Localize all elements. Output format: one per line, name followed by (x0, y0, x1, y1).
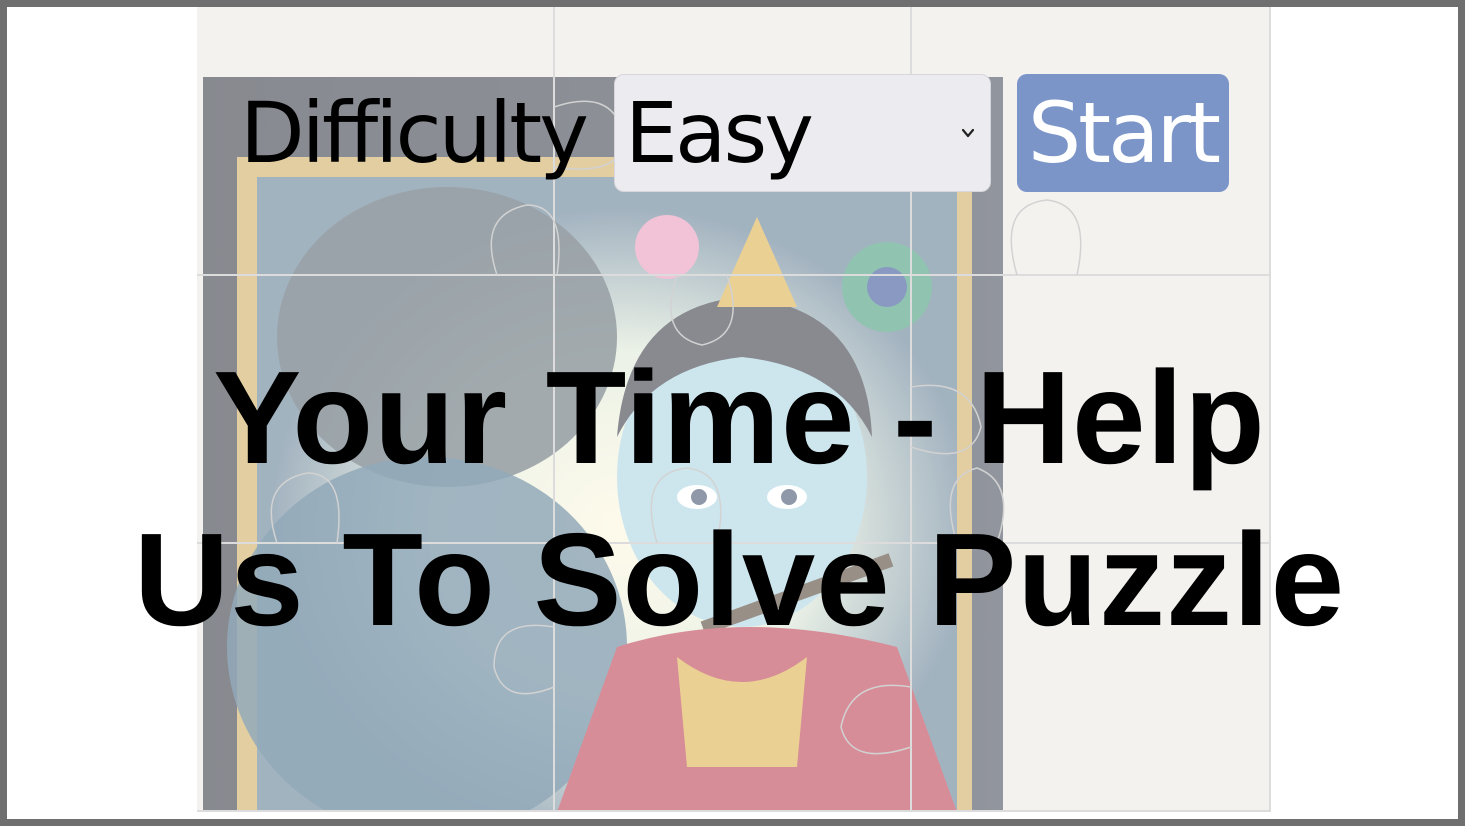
difficulty-controls: Difficulty Easy Start (240, 74, 1229, 192)
start-button[interactable]: Start (1016, 74, 1229, 192)
status-message-line-1: Your Time - Help (213, 344, 1266, 491)
status-message-line-2: Us To Solve Puzzle (133, 506, 1346, 653)
difficulty-select[interactable]: Easy (613, 74, 991, 192)
difficulty-selected-value: Easy (624, 84, 814, 182)
game-frame: Difficulty Easy Start Your Time - Help U… (0, 0, 1465, 826)
chevron-down-icon (961, 128, 975, 138)
status-message: Your Time - Help Us To Solve Puzzle (7, 337, 1458, 661)
difficulty-label: Difficulty (240, 84, 589, 182)
